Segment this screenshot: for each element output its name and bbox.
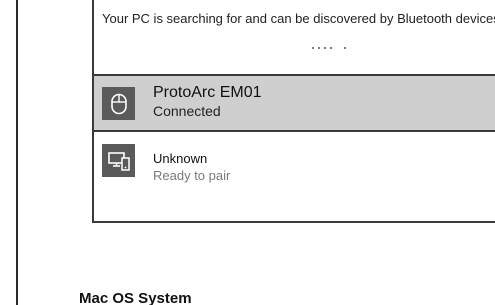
progress-dot xyxy=(330,47,332,49)
bluetooth-devices-panel: Your PC is searching for and can be disc… xyxy=(92,0,495,223)
device-name: Unknown xyxy=(153,151,208,166)
bluetooth-discovery-status: Your PC is searching for and can be disc… xyxy=(94,0,495,76)
computer-phone-icon xyxy=(102,144,135,177)
page-margin-rule xyxy=(16,0,18,305)
progress-dot xyxy=(344,47,346,49)
progress-dot xyxy=(324,47,326,49)
device-item-unknown[interactable]: Unknown Ready to pair xyxy=(94,132,495,221)
mouse-icon xyxy=(102,87,135,120)
device-status: Connected xyxy=(153,103,221,119)
searching-progress-indicator xyxy=(312,47,346,49)
device-status: Ready to pair xyxy=(153,168,231,183)
device-name: ProtoArc EM01 xyxy=(153,84,262,101)
progress-dot xyxy=(318,47,320,49)
progress-dot xyxy=(312,47,314,49)
section-heading: Mac OS System xyxy=(79,290,192,305)
bluetooth-status-text: Your PC is searching for and can be disc… xyxy=(102,11,495,26)
device-item-protoarc-em01[interactable]: ProtoArc EM01 Connected xyxy=(94,76,495,132)
